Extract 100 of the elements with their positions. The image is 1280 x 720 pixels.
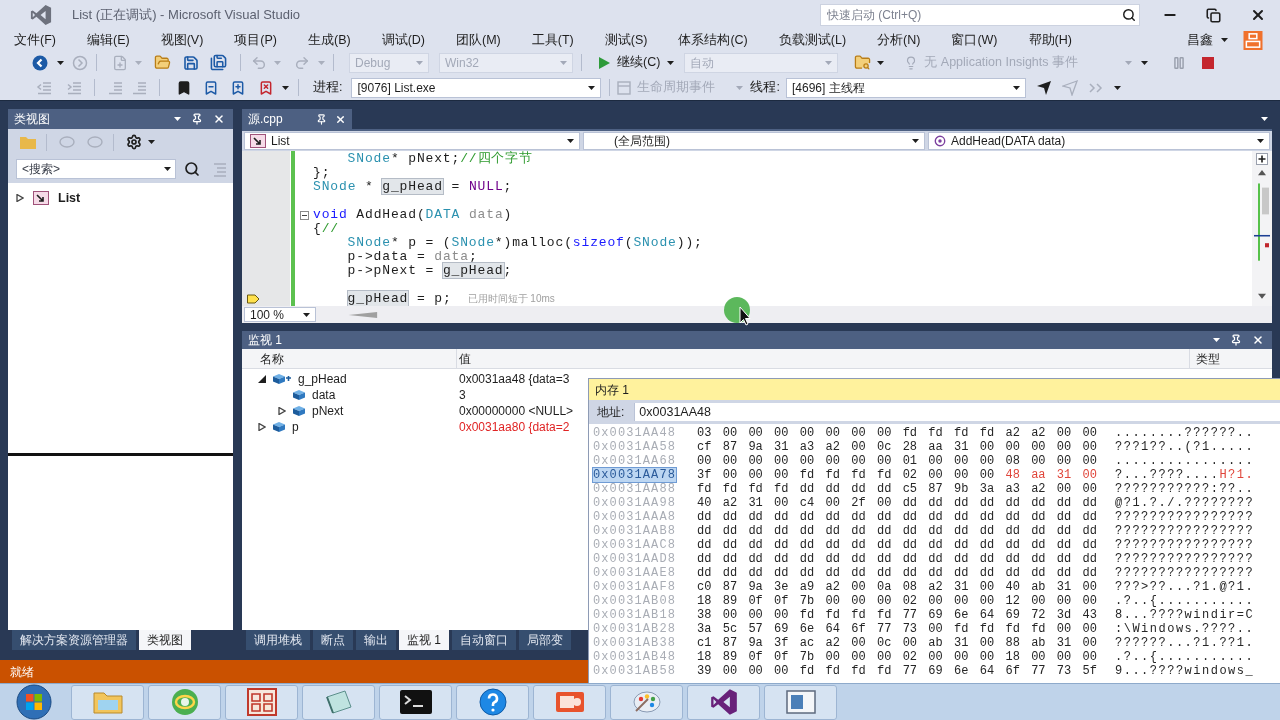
bookmark-minus-icon[interactable] (203, 79, 219, 96)
open-folder-icon[interactable] (154, 54, 171, 71)
dropdown-icon[interactable] (1213, 338, 1220, 342)
code-line: p->data = data; (347, 250, 478, 264)
menu-item[interactable]: 编辑(E) (86, 32, 130, 48)
menu-item[interactable]: 团队(M) (456, 32, 501, 48)
collapse-icon[interactable] (300, 210, 309, 220)
continue-button[interactable]: 继续(C) (594, 52, 679, 73)
save-icon[interactable] (183, 54, 199, 71)
bookmark-plus-icon[interactable] (230, 79, 246, 96)
document-tab[interactable]: 源.cpp (242, 109, 352, 129)
variable-value: 0x00000000 <NULL> (458, 403, 574, 420)
memory-bytes: 3f 00 00 00 fd fd fd fd 02 00 00 00 (697, 468, 995, 482)
thread-label: 线程: (750, 79, 780, 97)
palette-icon (631, 689, 662, 715)
overflow-icon[interactable] (282, 85, 289, 90)
dropdown-icon[interactable] (1261, 117, 1268, 121)
variable-value: 0x0031aa48 {data=3 (458, 371, 570, 388)
caret-icon (825, 60, 833, 65)
restore-icon[interactable] (1206, 7, 1222, 23)
search-icon[interactable] (184, 161, 200, 177)
status-text: 就绪 (10, 663, 34, 681)
folder-search-icon[interactable] (854, 54, 872, 71)
collapsed-arrow-icon[interactable] (278, 407, 286, 415)
menu-item[interactable]: 测试(S) (604, 32, 648, 48)
account-name[interactable]: 昌鑫 (1187, 32, 1213, 48)
stop-icon[interactable] (1202, 56, 1215, 69)
save-all-icon[interactable] (210, 54, 227, 71)
menu-item[interactable]: 负载测试(L) (778, 32, 847, 48)
panel-tab[interactable]: 自动窗口 (452, 630, 516, 650)
terminal-icon (399, 690, 432, 714)
dropdown-icon[interactable] (174, 117, 181, 121)
overflow-icon[interactable] (1141, 60, 1149, 65)
scope-dropdown[interactable]: (全局范围) (583, 132, 925, 150)
menu-item[interactable]: 文件(F) (14, 32, 56, 48)
close-icon[interactable] (213, 113, 225, 125)
memory-bytes: dd dd dd dd dd dd dd dd dd dd dd dd dd dd dd dd (697, 510, 1097, 524)
bookmark-icon[interactable] (176, 79, 192, 96)
taskbar-button[interactable] (379, 684, 452, 720)
code-line: SNode* pNext;//四个字节 (347, 152, 533, 166)
taskbar-button[interactable] (687, 684, 760, 720)
panel-tab[interactable]: 监视 1 (399, 630, 449, 650)
menu-item[interactable]: 项目(P) (234, 32, 277, 48)
menu-item[interactable]: 体系结构(C) (678, 32, 748, 48)
start-orb-icon[interactable] (16, 684, 52, 720)
cube-icon (292, 405, 306, 417)
menu-item[interactable]: 窗口(W) (951, 32, 998, 48)
process-dropdown[interactable]: [9076] List.exe (351, 77, 602, 98)
memory-bytes: dd dd dd dd dd dd dd dd dd dd dd dd dd dd dd dd (697, 552, 1097, 566)
collapsed-arrow-icon[interactable] (16, 194, 24, 202)
panel-tab[interactable]: 调用堆栈 (246, 630, 310, 650)
memory-text: ???????????????? (1115, 566, 1255, 580)
address-field[interactable]: 0x0031AA48 (634, 403, 1280, 421)
zoom-dropdown[interactable]: 100 % (244, 307, 316, 322)
caret-icon (567, 139, 574, 143)
member-dropdown[interactable]: AddHead(DATA data) (928, 132, 1270, 150)
presentation-icon (554, 689, 585, 715)
settings-icon[interactable] (126, 134, 142, 150)
note-icon (323, 689, 354, 715)
plus-icon[interactable] (1256, 153, 1268, 165)
project-dropdown[interactable]: List (244, 132, 580, 150)
address-label: 地址: (597, 404, 625, 421)
close-icon[interactable] (335, 113, 346, 125)
memory-text: :\Windows.????.. (1115, 622, 1255, 636)
panel-tab[interactable]: 输出 (356, 630, 396, 650)
collapsed-arrow-icon[interactable] (258, 423, 266, 431)
overflow-icon[interactable] (1113, 85, 1121, 90)
menu-item[interactable]: 工具(T) (531, 32, 574, 48)
variable-name: pNext (312, 403, 344, 420)
panel-title: 监视 1 (248, 332, 282, 349)
expanded-arrow-icon[interactable] (258, 375, 266, 383)
help-icon (478, 688, 507, 716)
pin-icon[interactable] (316, 113, 327, 125)
menu-item[interactable]: 分析(N) (877, 32, 921, 48)
column-header: 类型 (1195, 350, 1221, 368)
menu-item[interactable]: 帮助(H) (1028, 32, 1072, 48)
memory-bytes: 18 89 0f 0f 7b 00 00 00 02 00 00 00 18 00 00 00 (697, 650, 1097, 664)
close-icon[interactable] (1252, 334, 1264, 346)
account-icon[interactable] (1242, 30, 1264, 50)
pin-icon[interactable] (191, 113, 203, 125)
thread-dropdown[interactable]: [4696] 主线程 (785, 77, 1026, 98)
memory-text: ???????????????? (1115, 538, 1255, 552)
grid-icon (246, 688, 277, 716)
tree-item[interactable]: List (58, 188, 81, 208)
back-icon[interactable] (32, 54, 48, 71)
code-line: SNode* p = (SNode*)malloc(sizeof(SNode)); (347, 236, 703, 250)
panel-title: 内存 1 (595, 381, 629, 399)
menu-item[interactable]: 调试(D) (381, 32, 425, 48)
bookmark-x-icon[interactable] (258, 79, 274, 96)
memory-address[interactable]: 0x0031AA78 (593, 468, 676, 482)
panel-tab[interactable]: 解决方案资源管理器 (12, 630, 136, 650)
panel-tab[interactable]: 断点 (313, 630, 353, 650)
menu-item[interactable]: 生成(B) (308, 32, 351, 48)
pin-icon[interactable] (1230, 334, 1242, 346)
menu-item[interactable]: 视图(V) (160, 32, 204, 48)
navigation-arrow-icon[interactable] (1035, 79, 1052, 96)
caret-icon (135, 60, 142, 65)
panel-tab[interactable]: 类视图 (139, 630, 191, 650)
memory-bytes: c1 87 9a 3f ac a2 00 0c 00 ab 31 00 88 ab 31 00 (697, 636, 1097, 650)
panel-tab[interactable]: 局部变 (519, 630, 571, 650)
